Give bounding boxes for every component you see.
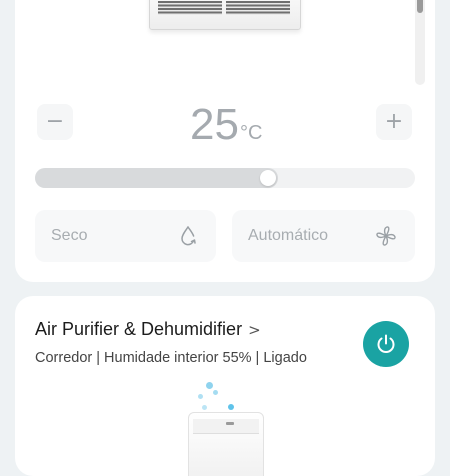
power-icon — [377, 334, 395, 353]
increase-temperature-button[interactable]: + — [376, 104, 412, 140]
purifier-card: Air Purifier & Dehumidifier > Corredor | … — [15, 296, 435, 476]
chevron-right-icon: > — [248, 321, 261, 339]
mode-button-auto[interactable]: Automático — [232, 210, 415, 262]
purifier-body — [188, 412, 264, 476]
purifier-logo — [226, 422, 234, 425]
purifier-top — [193, 419, 259, 434]
temperature-unit: °C — [239, 122, 263, 144]
ac-card: − 25°C + Seco Automático — [15, 0, 435, 282]
air-purifier-image — [170, 378, 280, 476]
air-conditioner-image — [149, 0, 301, 30]
temperature-value: 25 — [190, 100, 239, 149]
ac-vent-right — [226, 1, 290, 15]
air-bubble — [228, 404, 234, 410]
temperature-slider[interactable] — [35, 168, 415, 188]
scrollbar[interactable] — [415, 0, 425, 85]
device-name: Air Purifier & Dehumidifier — [35, 319, 243, 339]
slider-knob[interactable] — [260, 170, 276, 186]
fan-icon — [376, 226, 396, 246]
air-bubble — [198, 394, 203, 399]
air-bubble — [202, 405, 207, 410]
device-status: Corredor | Humidade interior 55% | Ligad… — [35, 350, 307, 366]
air-bubble — [206, 382, 213, 389]
droplet-icon — [181, 226, 196, 246]
mode-label-auto: Automático — [248, 227, 329, 244]
ac-vent-left — [158, 1, 222, 15]
decrease-temperature-button[interactable]: − — [37, 104, 73, 140]
mode-label-dry: Seco — [51, 227, 88, 244]
temperature-display: 25°C — [190, 100, 262, 158]
power-button[interactable] — [363, 321, 409, 367]
scrollbar-thumb[interactable] — [417, 0, 423, 13]
mode-button-dry[interactable]: Seco — [35, 210, 216, 262]
air-bubble — [213, 390, 218, 395]
slider-fill — [35, 168, 278, 188]
device-name-link[interactable]: Air Purifier & Dehumidifier > — [35, 318, 261, 341]
